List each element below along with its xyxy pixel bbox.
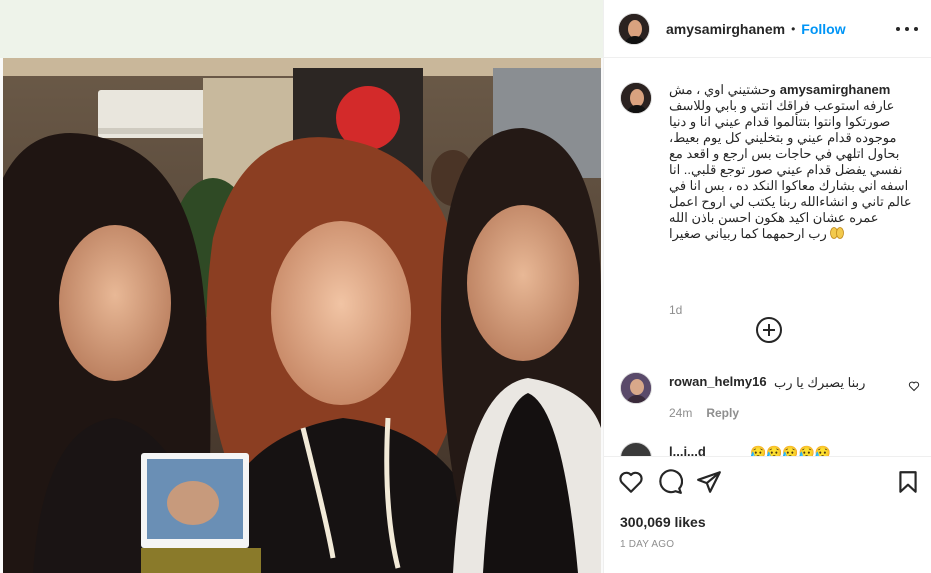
instagram-post-view: amysamirghanem • Follow amysamirghanem و… xyxy=(0,0,931,573)
load-more-comments-button[interactable] xyxy=(756,317,782,343)
comments-area[interactable]: amysamirghanem وحشتيني اوي ، مش عارفه اس… xyxy=(604,58,931,456)
caption-text: amysamirghanem وحشتيني اوي ، مش عارفه اس… xyxy=(669,82,915,242)
author-avatar-image xyxy=(619,13,649,44)
more-dot-icon xyxy=(914,27,918,31)
more-options-button[interactable] xyxy=(896,19,918,39)
caption-line: اسفه اني بشارك معاكوا النكد ده ، بس انا … xyxy=(669,178,909,193)
comment-text: ربنا يصبرك يا رب xyxy=(774,375,866,390)
caption-line: بحاول اتلهي في حاجات بس ارجع و اقعد مع xyxy=(669,146,900,161)
comment-text: 😥😥😥😥😥 xyxy=(750,445,831,456)
caption-avatar-image xyxy=(621,83,651,113)
comment-meta: 24m Reply xyxy=(669,406,739,420)
caption-username[interactable]: amysamirghanem xyxy=(780,82,891,97)
caption-line: نفسي يفضل قدام عيني صور توجع قلبي.. انا xyxy=(669,162,903,177)
comment-like-icon[interactable] xyxy=(908,380,920,392)
paper-plane-icon[interactable] xyxy=(696,469,722,495)
more-dot-icon xyxy=(905,27,909,31)
comment-icon[interactable] xyxy=(657,469,683,495)
commenter-avatar[interactable] xyxy=(620,372,652,404)
author-username[interactable]: amysamirghanem xyxy=(666,21,785,37)
author-avatar[interactable] xyxy=(618,12,650,45)
post-photo-illustration xyxy=(3,58,601,573)
caption-timestamp[interactable]: 1d xyxy=(669,303,682,317)
commenter-username[interactable]: l...i...d xyxy=(669,444,706,456)
heart-icon[interactable] xyxy=(618,469,644,495)
caption-avatar[interactable] xyxy=(620,82,652,114)
commenter-username[interactable]: rowan_helmy16 xyxy=(669,374,767,389)
caption-line-1: amysamirghanem وحشتيني اوي ، مش xyxy=(669,82,915,98)
header-separator: • xyxy=(791,21,796,36)
caption-line-last: رب ارحمهما كما ربياني صغيرا xyxy=(669,226,915,242)
post-header: amysamirghanem • Follow xyxy=(604,0,931,58)
follow-button[interactable]: Follow xyxy=(801,21,845,37)
comment-timestamp[interactable]: 24m xyxy=(669,406,692,420)
reply-button[interactable]: Reply xyxy=(706,406,739,420)
post-side-panel: amysamirghanem • Follow amysamirghanem و… xyxy=(603,0,931,573)
likes-count[interactable]: 300,069 likes xyxy=(620,514,706,530)
caption-body: amysamirghanem وحشتيني اوي ، مش عارفه اس… xyxy=(669,82,915,242)
caption-line-text: رب ارحمهما كما ربياني صغيرا xyxy=(669,226,827,241)
post-photo[interactable] xyxy=(3,58,601,573)
caption-line: عارفه استوعب فراقك انتي و بابي وللاسف xyxy=(669,98,895,113)
photo-top-background xyxy=(0,0,603,58)
bookmark-icon[interactable] xyxy=(895,469,921,495)
caption-line: صورتكوا وانتوا بتتألموا قدام عيني انا و … xyxy=(669,114,891,129)
commenter-avatar-image xyxy=(621,373,651,403)
more-horizontal-icon xyxy=(896,27,900,31)
caption-line-text: وحشتيني اوي ، مش xyxy=(669,82,777,97)
post-actions: 300,069 likes 1 DAY AGO xyxy=(604,456,931,573)
post-timestamp[interactable]: 1 DAY AGO xyxy=(620,539,674,550)
caption-line: عمره عشان اكيد هكون احسن باذن الله xyxy=(669,210,879,225)
praying-hands-icon xyxy=(830,227,845,239)
caption-line: عالم تاني و انشاءالله ربنا يكتب لي اروح … xyxy=(669,194,912,209)
commenter-avatar[interactable] xyxy=(620,442,652,456)
caption-line: موجوده قدام عيني و بتخليني كل يوم بعيط، xyxy=(669,130,897,145)
